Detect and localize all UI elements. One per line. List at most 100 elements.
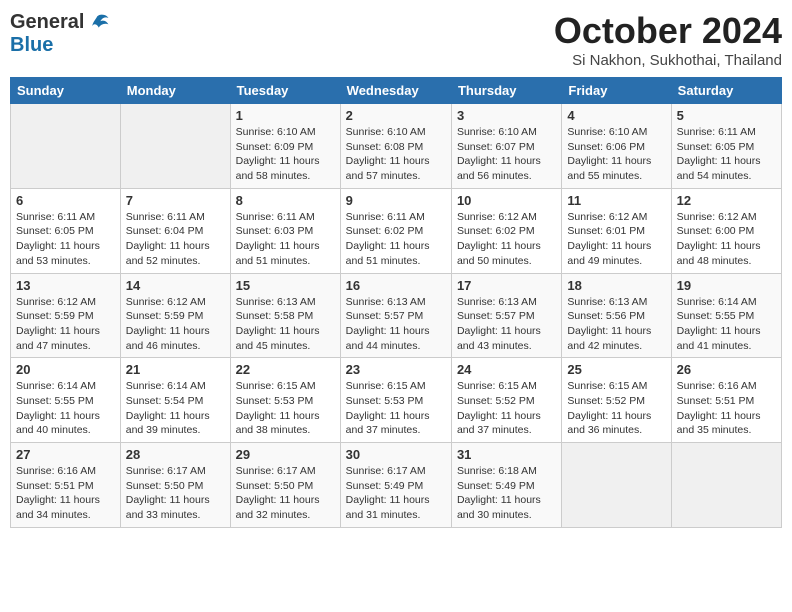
day-info: Sunrise: 6:16 AM Sunset: 5:51 PM Dayligh… — [16, 464, 115, 523]
day-info: Sunrise: 6:18 AM Sunset: 5:49 PM Dayligh… — [457, 464, 556, 523]
day-info: Sunrise: 6:10 AM Sunset: 6:07 PM Dayligh… — [457, 125, 556, 184]
calendar-cell: 22Sunrise: 6:15 AM Sunset: 5:53 PM Dayli… — [230, 358, 340, 443]
logo-general-text: General — [10, 11, 84, 34]
day-info: Sunrise: 6:15 AM Sunset: 5:52 PM Dayligh… — [457, 379, 556, 438]
calendar-cell: 17 Sunrise: 6:13 AM Sunset: 5:57 PM Dayli… — [451, 273, 561, 358]
calendar-cell: 7 Sunrise: 6:11 AM Sunset: 6:04 PM Daylig… — [120, 188, 230, 273]
day-number: 20 — [16, 362, 115, 377]
day-info: Sunrise: 6:12 AM Sunset: 5:59 PM Dayligh… — [16, 295, 115, 354]
weekday-header-monday: Monday — [120, 78, 230, 104]
weekday-header-sunday: Sunday — [11, 78, 121, 104]
page-header: General Blue October 2024 Si Nakhon, Suk… — [10, 10, 782, 69]
day-info: Sunrise: 6:17 AM Sunset: 5:50 PM Dayligh… — [236, 464, 335, 523]
day-info: Sunrise: 6:13 AM Sunset: 5:57 PM Dayligh… — [346, 295, 446, 354]
calendar-week-row: 6Sunrise: 6:11 AM Sunset: 6:05 PM Daylig… — [11, 188, 782, 273]
calendar-week-row: 13Sunrise: 6:12 AM Sunset: 5:59 PM Dayli… — [11, 273, 782, 358]
calendar-cell: 5 Sunrise: 6:11 AM Sunset: 6:05 PM Daylig… — [671, 104, 781, 189]
calendar-cell: 21 Sunrise: 6:14 AM Sunset: 5:54 PM Dayli… — [120, 358, 230, 443]
calendar-cell: 14 Sunrise: 6:12 AM Sunset: 5:59 PM Dayli… — [120, 273, 230, 358]
calendar-cell: 9 Sunrise: 6:11 AM Sunset: 6:02 PM Daylig… — [340, 188, 451, 273]
calendar-cell: 27 Sunrise: 6:16 AM Sunset: 5:51 PM Dayli… — [11, 443, 121, 528]
calendar-cell: 4 Sunrise: 6:10 AM Sunset: 6:06 PM Daylig… — [562, 104, 671, 189]
day-number: 29 — [236, 447, 335, 462]
calendar-cell — [671, 443, 781, 528]
day-info: Sunrise: 6:10 AM Sunset: 6:09 PM Dayligh… — [236, 125, 335, 184]
day-number: 3 — [457, 108, 556, 123]
calendar-cell: 1 Sunrise: 6:10 AM Sunset: 6:09 PM Daylig… — [230, 104, 340, 189]
day-info: Sunrise: 6:11 AM Sunset: 6:02 PM Dayligh… — [346, 210, 446, 269]
day-number: 31 — [457, 447, 556, 462]
calendar-cell: 29 Sunrise: 6:17 AM Sunset: 5:50 PM Dayli… — [230, 443, 340, 528]
logo-blue-text: Blue — [10, 34, 53, 57]
day-number: 26 — [677, 362, 776, 377]
calendar-cell: 26Sunrise: 6:16 AM Sunset: 5:51 PM Dayli… — [671, 358, 781, 443]
day-number: 30 — [346, 447, 446, 462]
day-info: Sunrise: 6:11 AM Sunset: 6:05 PM Dayligh… — [677, 125, 776, 184]
day-info: Sunrise: 6:12 AM Sunset: 6:02 PM Dayligh… — [457, 210, 556, 269]
weekday-header-thursday: Thursday — [451, 78, 561, 104]
day-number: 11 — [567, 193, 665, 208]
logo: General Blue — [10, 10, 110, 57]
day-info: Sunrise: 6:10 AM Sunset: 6:08 PM Dayligh… — [346, 125, 446, 184]
day-number: 12 — [677, 193, 776, 208]
calendar-cell: 23 Sunrise: 6:15 AM Sunset: 5:53 PM Dayli… — [340, 358, 451, 443]
day-number: 1 — [236, 108, 335, 123]
day-number: 16 — [346, 278, 446, 293]
calendar-cell: 3 Sunrise: 6:10 AM Sunset: 6:07 PM Daylig… — [451, 104, 561, 189]
logo-bird-icon — [86, 10, 110, 34]
day-number: 9 — [346, 193, 446, 208]
calendar-cell: 12 Sunrise: 6:12 AM Sunset: 6:00 PM Dayli… — [671, 188, 781, 273]
calendar-cell: 16 Sunrise: 6:13 AM Sunset: 5:57 PM Dayli… — [340, 273, 451, 358]
day-info: Sunrise: 6:13 AM Sunset: 5:58 PM Dayligh… — [236, 295, 335, 354]
weekday-header-wednesday: Wednesday — [340, 78, 451, 104]
day-info: Sunrise: 6:13 AM Sunset: 5:57 PM Dayligh… — [457, 295, 556, 354]
calendar-week-row: 27 Sunrise: 6:16 AM Sunset: 5:51 PM Dayli… — [11, 443, 782, 528]
calendar-cell: 2 Sunrise: 6:10 AM Sunset: 6:08 PM Daylig… — [340, 104, 451, 189]
day-info: Sunrise: 6:12 AM Sunset: 6:00 PM Dayligh… — [677, 210, 776, 269]
calendar-cell: 28Sunrise: 6:17 AM Sunset: 5:50 PM Dayli… — [120, 443, 230, 528]
day-info: Sunrise: 6:10 AM Sunset: 6:06 PM Dayligh… — [567, 125, 665, 184]
weekday-header-friday: Friday — [562, 78, 671, 104]
calendar-cell: 6Sunrise: 6:11 AM Sunset: 6:05 PM Daylig… — [11, 188, 121, 273]
day-number: 4 — [567, 108, 665, 123]
day-info: Sunrise: 6:17 AM Sunset: 5:50 PM Dayligh… — [126, 464, 225, 523]
day-number: 24 — [457, 362, 556, 377]
day-number: 2 — [346, 108, 446, 123]
day-number: 25 — [567, 362, 665, 377]
day-number: 18 — [567, 278, 665, 293]
day-number: 17 — [457, 278, 556, 293]
calendar-cell: 15 Sunrise: 6:13 AM Sunset: 5:58 PM Dayli… — [230, 273, 340, 358]
calendar-cell: 11 Sunrise: 6:12 AM Sunset: 6:01 PM Dayli… — [562, 188, 671, 273]
day-info: Sunrise: 6:13 AM Sunset: 5:56 PM Dayligh… — [567, 295, 665, 354]
day-number: 27 — [16, 447, 115, 462]
day-info: Sunrise: 6:15 AM Sunset: 5:52 PM Dayligh… — [567, 379, 665, 438]
weekday-header-row: SundayMondayTuesdayWednesdayThursdayFrid… — [11, 78, 782, 104]
weekday-header-tuesday: Tuesday — [230, 78, 340, 104]
calendar-cell — [11, 104, 121, 189]
day-info: Sunrise: 6:14 AM Sunset: 5:55 PM Dayligh… — [16, 379, 115, 438]
day-info: Sunrise: 6:11 AM Sunset: 6:05 PM Dayligh… — [16, 210, 115, 269]
day-number: 7 — [126, 193, 225, 208]
day-number: 15 — [236, 278, 335, 293]
calendar-cell: 24 Sunrise: 6:15 AM Sunset: 5:52 PM Dayli… — [451, 358, 561, 443]
day-info: Sunrise: 6:11 AM Sunset: 6:04 PM Dayligh… — [126, 210, 225, 269]
day-info: Sunrise: 6:14 AM Sunset: 5:55 PM Dayligh… — [677, 295, 776, 354]
month-title: October 2024 — [554, 10, 782, 52]
calendar-cell: 25 Sunrise: 6:15 AM Sunset: 5:52 PM Dayli… — [562, 358, 671, 443]
day-number: 14 — [126, 278, 225, 293]
day-info: Sunrise: 6:12 AM Sunset: 5:59 PM Dayligh… — [126, 295, 225, 354]
calendar-cell: 30Sunrise: 6:17 AM Sunset: 5:49 PM Dayli… — [340, 443, 451, 528]
calendar-cell — [120, 104, 230, 189]
day-number: 22 — [236, 362, 335, 377]
day-number: 23 — [346, 362, 446, 377]
calendar-table: SundayMondayTuesdayWednesdayThursdayFrid… — [10, 77, 782, 528]
day-number: 5 — [677, 108, 776, 123]
calendar-cell: 13Sunrise: 6:12 AM Sunset: 5:59 PM Dayli… — [11, 273, 121, 358]
day-number: 21 — [126, 362, 225, 377]
day-number: 10 — [457, 193, 556, 208]
day-info: Sunrise: 6:15 AM Sunset: 5:53 PM Dayligh… — [346, 379, 446, 438]
day-number: 19 — [677, 278, 776, 293]
day-info: Sunrise: 6:12 AM Sunset: 6:01 PM Dayligh… — [567, 210, 665, 269]
day-info: Sunrise: 6:14 AM Sunset: 5:54 PM Dayligh… — [126, 379, 225, 438]
day-info: Sunrise: 6:11 AM Sunset: 6:03 PM Dayligh… — [236, 210, 335, 269]
